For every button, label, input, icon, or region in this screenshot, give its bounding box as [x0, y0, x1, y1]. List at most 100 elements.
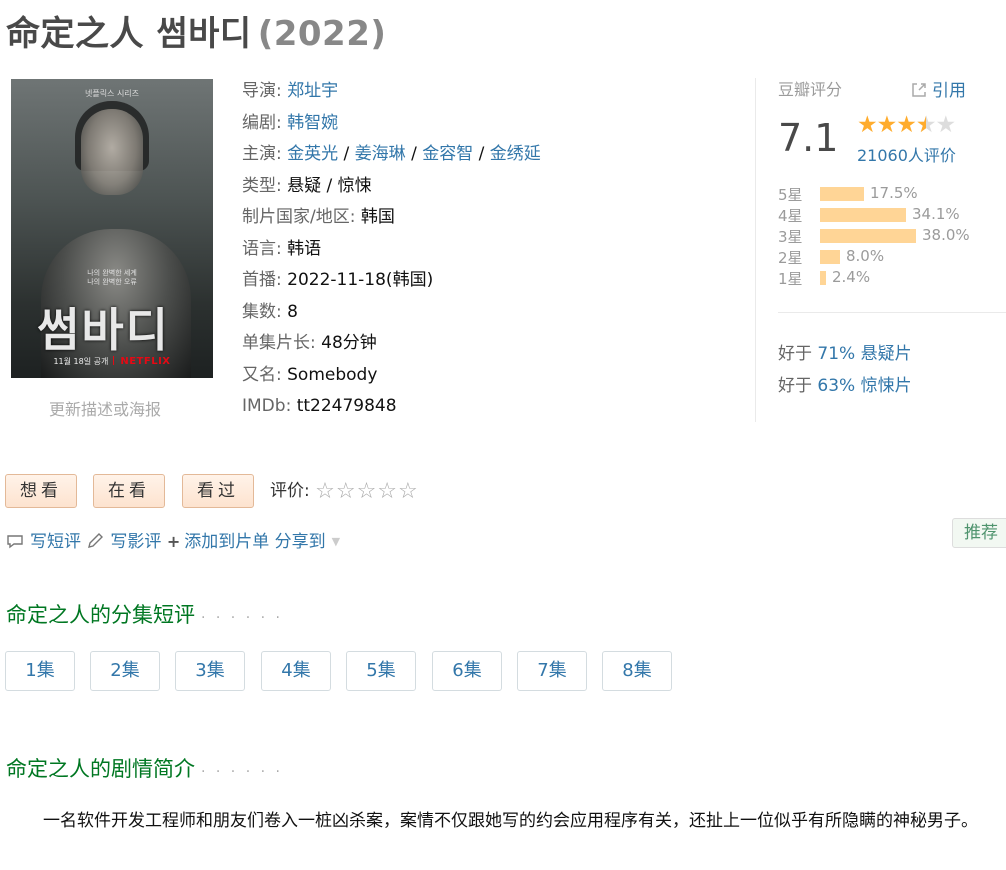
star-half-icon: ★: [916, 112, 937, 138]
cast-link[interactable]: 金英光: [287, 144, 338, 164]
director-link[interactable]: 郑址宇: [287, 81, 338, 101]
imdb-label: IMDb:: [242, 396, 297, 416]
page-title: 命定之人 썸바디 (2022): [6, 6, 386, 55]
star-level-label: 3星: [778, 228, 803, 246]
short-review-label: 写短评: [30, 532, 81, 552]
cast-separator: /: [405, 144, 423, 164]
episode-button[interactable]: 5集: [346, 651, 416, 691]
rating-percent: 34.1%: [912, 205, 960, 223]
writer-link[interactable]: 韩智婉: [287, 113, 338, 133]
writer-label: 编剧:: [242, 112, 288, 133]
section-dots: · · · · · ·: [201, 610, 283, 626]
share-link[interactable]: 分享到 ▼: [275, 532, 340, 552]
episode-button[interactable]: 7集: [517, 651, 587, 691]
aka-value: Somebody: [287, 364, 378, 385]
better-pct-link[interactable]: 71%: [817, 344, 855, 364]
poster-topline: 넷플릭스 시리즈: [84, 89, 140, 98]
premiere-label: 首播:: [242, 270, 288, 290]
cite-link[interactable]: 引用: [910, 76, 966, 101]
poster-divider: [113, 356, 115, 365]
premiere-value: 2022-11-18(韩国): [287, 270, 434, 290]
rating-stars: ★★★★ ★: [857, 112, 957, 138]
poster-image[interactable]: 넷플릭스 시리즈 나의 완벽한 세계 나의 완벽한 오류 썸바디 11월 18일…: [11, 79, 213, 378]
language-value: 韩语: [287, 238, 322, 259]
better-pct-link[interactable]: 63%: [817, 376, 855, 396]
rating-divider: [778, 312, 1006, 313]
star-full-icon: ★: [857, 112, 878, 138]
better-prefix: 好于: [778, 344, 818, 364]
better-genre-link[interactable]: 悬疑片: [861, 344, 912, 364]
cast-link[interactable]: 姜海琳: [355, 144, 406, 164]
synopsis-title: 命定之人的剧情简介 · · · · · ·: [6, 753, 283, 783]
speech-bubble-icon: [7, 535, 23, 549]
write-review-link[interactable]: 写影评: [86, 532, 161, 552]
add-list-label: 添加到片单: [184, 532, 270, 552]
genre-value: 悬疑 / 惊悚: [287, 175, 372, 196]
add-to-list-link[interactable]: + 添加到片单: [167, 532, 269, 552]
rating-bar: [820, 271, 826, 285]
recommend-button[interactable]: 推荐: [952, 518, 1006, 548]
info-aka: 又名: Somebody: [242, 360, 541, 392]
cast-separator: /: [338, 144, 355, 164]
runtime-value: 48分钟: [321, 333, 377, 353]
want-to-watch-button[interactable]: 想看: [5, 474, 77, 508]
poster-tagline-1: 나의 완벽한 세계: [87, 269, 137, 277]
watched-button[interactable]: 看过: [182, 474, 254, 508]
episode-button[interactable]: 2集: [90, 651, 160, 691]
cast-link[interactable]: 金绣延: [490, 144, 541, 164]
episode-button[interactable]: 8集: [602, 651, 672, 691]
share-label: 分享到: [274, 532, 326, 552]
star-empty-icon: ★: [935, 112, 957, 138]
info-runtime: 单集片长: 48分钟: [242, 328, 541, 360]
rating-score: 7.1: [778, 116, 839, 160]
star-full-icon: ★: [896, 112, 917, 138]
better-prefix: 好于: [778, 376, 818, 396]
poster-release-date: 11월 18일 공개: [53, 357, 109, 366]
rating-percent: 8.0%: [846, 247, 885, 265]
divider: [755, 78, 756, 422]
plus-icon: +: [166, 532, 181, 551]
my-rating-label: 评价:: [270, 481, 316, 501]
info-director: 导演: 郑址宇: [242, 76, 541, 108]
votes-link[interactable]: 21060人评价: [857, 142, 956, 166]
star-level-label: 1星: [778, 270, 803, 288]
my-rating: 评价: ☆☆☆☆☆: [270, 476, 419, 504]
poster-tagline-2: 나의 완벽한 오류: [87, 278, 137, 286]
aka-label: 又名:: [242, 364, 288, 385]
info-panel: 导演: 郑址宇 编剧: 韩智婉 主演: 金英光 / 姜海琳 / 金容智 / 金绣…: [242, 76, 541, 423]
update-poster-link[interactable]: 更新描述或海报: [49, 396, 161, 420]
star-level-label: 5星: [778, 186, 803, 204]
rating-label: 豆瓣评分: [778, 80, 843, 99]
poster-hangul-title: 썸바디: [37, 303, 170, 357]
rating-percent: 38.0%: [922, 226, 970, 244]
info-writer: 编剧: 韩智婉: [242, 108, 541, 140]
better-than-row: 好于 71% 悬疑片: [778, 338, 912, 370]
synopsis-section-title: 命定之人的剧情简介: [6, 757, 195, 781]
cite-label: 引用: [932, 81, 966, 101]
cast-link[interactable]: 金容智: [422, 144, 473, 164]
watching-button[interactable]: 在看: [93, 474, 165, 508]
write-short-review-link[interactable]: 写短评: [6, 532, 81, 552]
action-bar: 写短评 写影评 + 添加到片单 分享到 ▼: [6, 527, 340, 552]
rating-bar: [820, 208, 906, 222]
netflix-logo: NETFLIX: [120, 356, 171, 367]
rating-header: 豆瓣评分 引用: [778, 72, 1006, 101]
better-genre-link[interactable]: 惊悚片: [861, 376, 912, 396]
cast-separator: /: [473, 144, 490, 164]
episode-button[interactable]: 3集: [175, 651, 245, 691]
runtime-label: 单集片长:: [242, 333, 322, 353]
episodes-value: 8: [287, 301, 298, 322]
info-imdb: IMDb: tt22479848: [242, 391, 541, 423]
episode-button[interactable]: 1集: [5, 651, 75, 691]
title-name: 命定之人 썸바디: [6, 14, 252, 54]
star-full-icon: ★: [876, 112, 898, 138]
episode-button[interactable]: 6集: [432, 651, 502, 691]
caret-down-icon: ▼: [331, 535, 341, 548]
rating-bar: [820, 229, 916, 243]
better-than: 好于 71% 悬疑片 好于 63% 惊悚片: [778, 338, 912, 402]
better-than-row: 好于 63% 惊悚片: [778, 370, 912, 402]
star-level-label: 4星: [778, 207, 803, 225]
episode-button[interactable]: 4集: [261, 651, 331, 691]
rating-stars-input[interactable]: ☆☆☆☆☆: [315, 479, 419, 504]
info-country: 制片国家/地区: 韩国: [242, 202, 541, 234]
